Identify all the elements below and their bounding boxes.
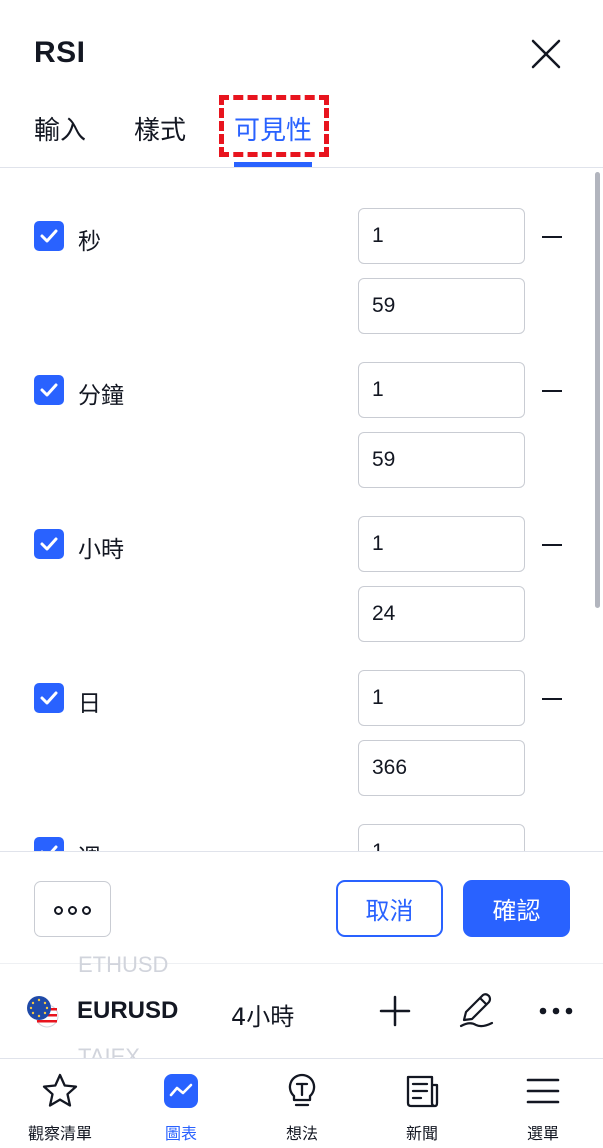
nav-label: 圖表 xyxy=(164,1124,197,1143)
checkbox-weeks[interactable] xyxy=(34,837,64,851)
checkbox-minutes[interactable] xyxy=(34,375,64,405)
range-dash xyxy=(542,390,562,392)
seconds-to-input[interactable]: 59 xyxy=(358,278,525,334)
close-button[interactable] xyxy=(526,34,566,74)
symbol-bar: ETHUSD TAIEX EURUSD 4小時 xyxy=(0,952,603,1069)
range-dash xyxy=(542,236,562,238)
cancel-button[interactable]: 取消 xyxy=(336,880,443,937)
nav-label: 想法 xyxy=(285,1124,318,1143)
dialog-header: RSI 輸入 樣式 可見性 xyxy=(0,0,603,168)
weeks-from-input[interactable]: 1 xyxy=(358,824,525,851)
tab-inputs[interactable]: 輸入 xyxy=(34,110,86,147)
checkbox-seconds[interactable] xyxy=(34,221,64,251)
news-icon xyxy=(406,1075,439,1108)
background-watchlist-item: ETHUSD xyxy=(78,952,169,977)
check-icon xyxy=(40,537,58,551)
eu-us-flag-icon xyxy=(27,996,59,1028)
interval-selector[interactable]: 4小時 xyxy=(231,997,294,1032)
label-weeks: 週 xyxy=(78,838,101,851)
visibility-settings-list[interactable]: 秒 1 59 分鐘 1 59 小時 1 24 日 1 366 週 1 xyxy=(0,168,603,851)
minutes-from-input[interactable]: 1 xyxy=(358,362,525,418)
more-horizontal-icon[interactable] xyxy=(538,1004,574,1018)
nav-label: 新聞 xyxy=(405,1124,438,1143)
nav-watchlist[interactable]: 觀察清單 xyxy=(5,1059,115,1148)
days-to-input[interactable]: 366 xyxy=(358,740,525,796)
checkbox-hours[interactable] xyxy=(34,529,64,559)
tab-style[interactable]: 樣式 xyxy=(134,110,186,147)
nav-ideas[interactable]: 想法 xyxy=(247,1059,357,1148)
close-icon[interactable] xyxy=(526,34,566,74)
label-hours: 小時 xyxy=(78,537,124,563)
tab-visibility[interactable]: 可見性 xyxy=(234,110,312,147)
label-minutes: 分鐘 xyxy=(78,383,124,409)
seconds-from-input[interactable]: 1 xyxy=(358,208,525,264)
checkbox-days[interactable] xyxy=(34,683,64,713)
dialog-title: RSI xyxy=(34,36,86,69)
hours-from-input[interactable]: 1 xyxy=(358,516,525,572)
star-icon xyxy=(42,1073,78,1107)
check-icon xyxy=(40,383,58,397)
nav-chart[interactable]: 圖表 xyxy=(126,1059,236,1148)
check-icon xyxy=(40,845,58,851)
days-from-input[interactable]: 1 xyxy=(358,670,525,726)
content-scrollbar[interactable] xyxy=(595,172,600,608)
dialog-footer: 取消 確認 xyxy=(0,851,603,963)
nav-menu[interactable]: 選單 xyxy=(488,1059,598,1148)
nav-label: 觀察清單 xyxy=(27,1124,92,1143)
range-dash xyxy=(542,544,562,546)
label-seconds: 秒 xyxy=(78,229,101,255)
confirm-button[interactable]: 確認 xyxy=(463,880,570,937)
nav-news[interactable]: 新聞 xyxy=(367,1059,477,1148)
chart-icon xyxy=(164,1074,198,1108)
check-icon xyxy=(40,229,58,243)
lightbulb-icon xyxy=(288,1073,316,1107)
drawing-pen-icon[interactable] xyxy=(456,990,496,1030)
hours-to-input[interactable]: 24 xyxy=(358,586,525,642)
nav-label: 選單 xyxy=(526,1124,559,1143)
more-options-button[interactable] xyxy=(34,881,111,937)
plus-icon[interactable] xyxy=(378,994,412,1028)
symbol-name[interactable]: EURUSD xyxy=(77,997,178,1025)
check-icon xyxy=(40,691,58,705)
range-dash xyxy=(542,698,562,700)
bottom-navigation: 觀察清單 圖表 想法 新聞 選單 xyxy=(0,1058,603,1148)
minutes-to-input[interactable]: 59 xyxy=(358,432,525,488)
label-days: 日 xyxy=(78,691,101,717)
ellipsis-icon xyxy=(54,906,91,915)
menu-icon xyxy=(526,1078,560,1104)
